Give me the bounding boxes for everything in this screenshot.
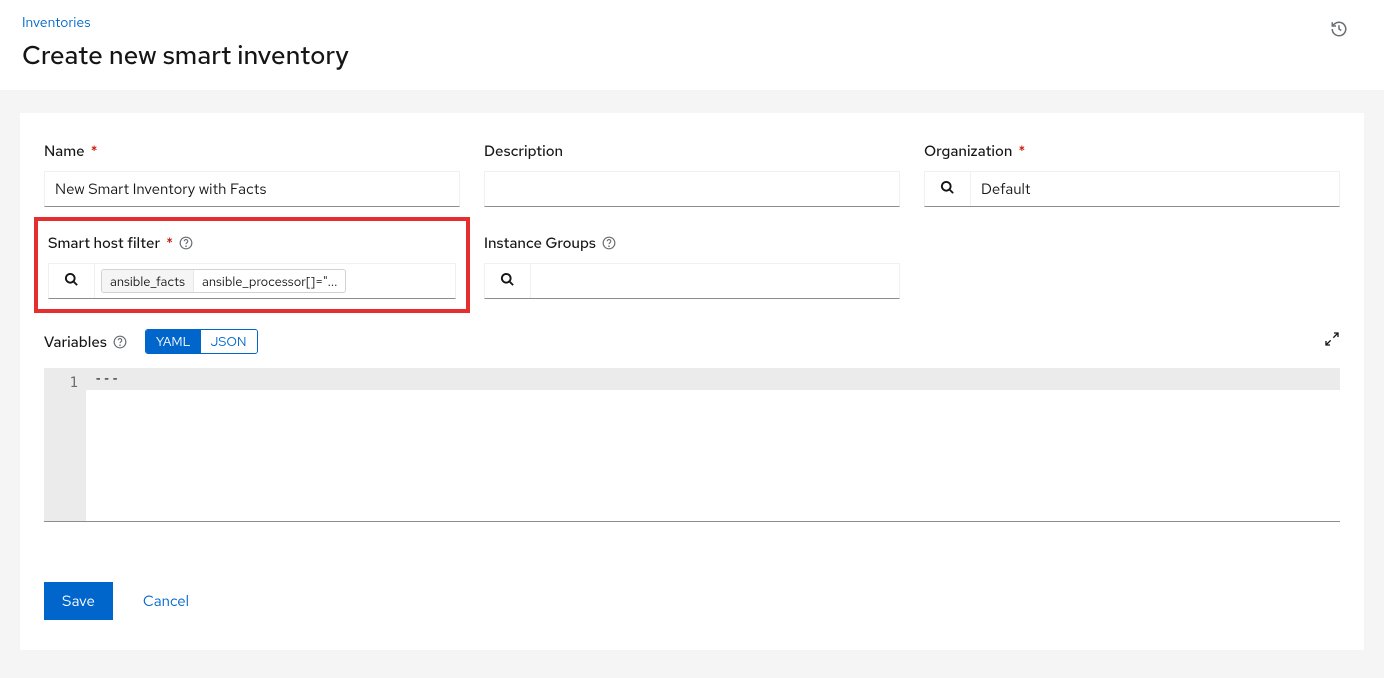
- instance-groups-value[interactable]: [531, 264, 899, 298]
- expand-icon[interactable]: [1324, 331, 1340, 352]
- name-input[interactable]: [44, 171, 460, 207]
- help-icon[interactable]: [113, 335, 127, 349]
- search-icon: [940, 180, 955, 198]
- yaml-json-toggle: YAML JSON: [145, 329, 258, 354]
- instance-groups-label: Instance Groups: [484, 233, 900, 253]
- search-icon: [500, 272, 515, 290]
- editor-content[interactable]: ---: [86, 368, 1340, 521]
- save-button[interactable]: Save: [44, 582, 113, 620]
- page-header: Inventories Create new smart inventory: [0, 0, 1384, 93]
- smart-host-filter-label: Smart host filter*: [48, 233, 456, 253]
- organization-value[interactable]: Default: [971, 172, 1339, 206]
- json-toggle[interactable]: JSON: [201, 330, 257, 353]
- cancel-button[interactable]: Cancel: [137, 590, 195, 612]
- search-icon: [64, 272, 79, 290]
- breadcrumb-link-inventories[interactable]: Inventories: [22, 14, 91, 32]
- name-label: Name*: [44, 141, 460, 161]
- smart-host-filter-highlight: Smart host filter* a: [34, 217, 470, 313]
- organization-label: Organization*: [924, 141, 1340, 161]
- description-label: Description: [484, 141, 900, 161]
- history-icon[interactable]: [1330, 20, 1348, 43]
- help-icon[interactable]: [602, 236, 616, 250]
- description-input[interactable]: [484, 171, 900, 207]
- instance-groups-lookup-button[interactable]: [485, 264, 531, 298]
- editor-gutter: 1: [44, 368, 86, 521]
- smart-host-filter-chips[interactable]: ansible_facts ansible_processor[]="...: [95, 264, 455, 298]
- chip-text: ansible_processor[]="...: [194, 270, 345, 292]
- page-title: Create new smart inventory: [22, 38, 1362, 72]
- variables-editor[interactable]: 1 ---: [44, 368, 1340, 522]
- smart-host-filter-lookup-button[interactable]: [49, 264, 95, 298]
- filter-chip[interactable]: ansible_facts ansible_processor[]="...: [101, 269, 346, 293]
- organization-lookup-button[interactable]: [925, 172, 971, 206]
- variables-label: Variables: [44, 332, 127, 352]
- form-card: Name* Description Organization*: [20, 113, 1364, 650]
- help-icon[interactable]: [179, 236, 193, 250]
- yaml-toggle[interactable]: YAML: [146, 330, 201, 353]
- chip-label: ansible_facts: [102, 270, 194, 292]
